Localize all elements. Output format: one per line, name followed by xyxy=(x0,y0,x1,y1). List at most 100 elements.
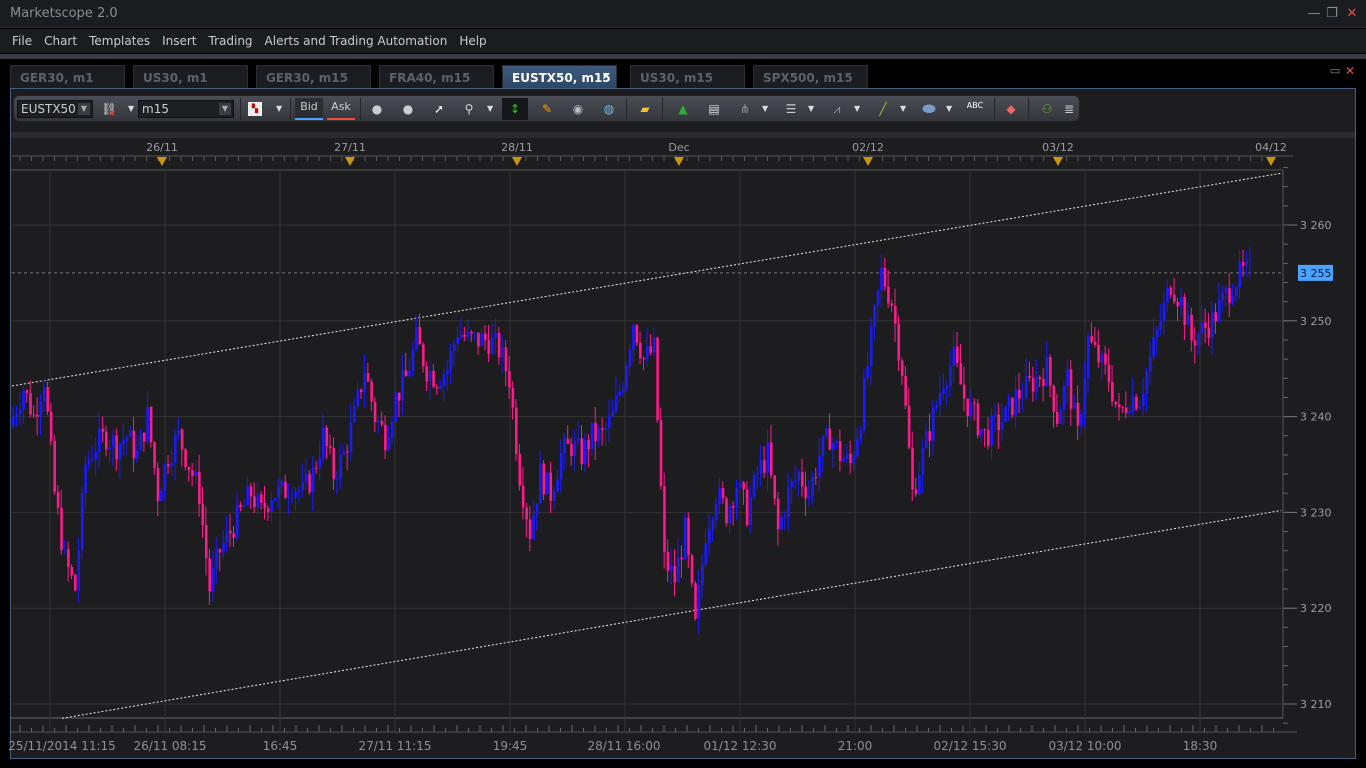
candle xyxy=(597,428,601,442)
price-label: 3 220 xyxy=(1300,602,1332,615)
candle xyxy=(1179,296,1183,307)
candle xyxy=(201,504,205,526)
candle xyxy=(756,473,759,475)
candle xyxy=(359,389,363,393)
candle xyxy=(546,472,549,495)
candle xyxy=(94,451,98,460)
candle xyxy=(184,449,187,467)
candle xyxy=(211,568,215,592)
candle xyxy=(477,332,480,347)
candle xyxy=(466,331,470,337)
candle xyxy=(273,498,277,501)
candle xyxy=(590,422,594,450)
candle xyxy=(897,323,901,361)
candle xyxy=(935,405,938,408)
candle xyxy=(883,267,887,287)
candle xyxy=(418,327,422,345)
candle xyxy=(563,438,566,454)
candle xyxy=(225,530,229,543)
candle xyxy=(608,415,611,428)
candle xyxy=(1052,385,1056,412)
candle xyxy=(1021,397,1025,399)
candle xyxy=(1093,341,1097,345)
candle xyxy=(56,491,60,508)
candle xyxy=(783,516,787,518)
candle xyxy=(1038,376,1042,379)
price-label: 3 230 xyxy=(1300,506,1332,519)
candle xyxy=(876,290,880,306)
candle xyxy=(914,489,918,495)
candle xyxy=(18,409,22,415)
candle xyxy=(559,453,563,480)
candle xyxy=(790,481,794,488)
candle xyxy=(125,436,129,441)
candle xyxy=(1152,336,1156,357)
candle xyxy=(818,455,821,478)
candle xyxy=(208,558,211,592)
candle xyxy=(1214,312,1218,322)
candle xyxy=(687,517,690,556)
candle xyxy=(1242,262,1245,266)
candle xyxy=(235,504,239,539)
candle xyxy=(497,332,501,358)
candle xyxy=(1004,406,1007,422)
candle xyxy=(1193,340,1197,346)
candle xyxy=(508,371,511,388)
candle xyxy=(1018,389,1021,399)
time-label: 01/12 12:30 xyxy=(704,739,777,753)
candle xyxy=(794,480,797,482)
candle xyxy=(780,516,783,530)
candle xyxy=(139,432,143,451)
candle xyxy=(904,375,907,406)
time-label: 16:45 xyxy=(263,739,298,753)
candle xyxy=(787,487,790,517)
candle xyxy=(849,453,852,464)
candle xyxy=(1138,406,1142,409)
price-label: 3 260 xyxy=(1300,219,1332,232)
candle xyxy=(725,498,728,524)
candle xyxy=(966,398,969,417)
candle xyxy=(401,370,404,401)
candle xyxy=(697,585,701,619)
candle xyxy=(976,403,980,436)
candle xyxy=(311,467,315,493)
candle xyxy=(136,450,139,459)
candle xyxy=(635,325,639,343)
candle xyxy=(690,555,694,584)
candle xyxy=(532,515,535,540)
candle xyxy=(773,475,777,499)
candle xyxy=(528,519,532,540)
candle xyxy=(866,366,870,378)
candle xyxy=(198,471,201,505)
candle xyxy=(263,502,267,509)
candle xyxy=(494,332,497,338)
candle xyxy=(322,427,325,459)
candle xyxy=(194,471,198,476)
candle xyxy=(87,459,91,465)
candle xyxy=(570,443,573,456)
candle xyxy=(1055,411,1059,424)
candle xyxy=(659,420,663,487)
candle xyxy=(990,415,994,446)
candle xyxy=(342,451,346,455)
candle xyxy=(315,467,318,469)
candle xyxy=(1014,389,1018,416)
candle xyxy=(945,385,949,389)
candle xyxy=(869,325,873,367)
candle xyxy=(549,472,553,502)
candle xyxy=(373,401,377,423)
candle xyxy=(1190,314,1193,341)
candle xyxy=(873,305,876,326)
candle xyxy=(735,487,739,508)
candle xyxy=(153,442,156,469)
candle xyxy=(701,564,704,586)
candle xyxy=(614,395,618,412)
time-label: 25/11/2014 11:15 xyxy=(8,739,116,753)
candle xyxy=(1049,357,1052,386)
date-label: 26/11 xyxy=(146,141,178,154)
candle xyxy=(390,422,394,438)
candle xyxy=(70,566,74,576)
candle xyxy=(446,369,449,375)
price-chart[interactable]: 3 260 3 250 3 240 3 230 3 220 3 210 25/11/2014… xyxy=(0,0,1366,768)
candle xyxy=(1173,294,1176,302)
